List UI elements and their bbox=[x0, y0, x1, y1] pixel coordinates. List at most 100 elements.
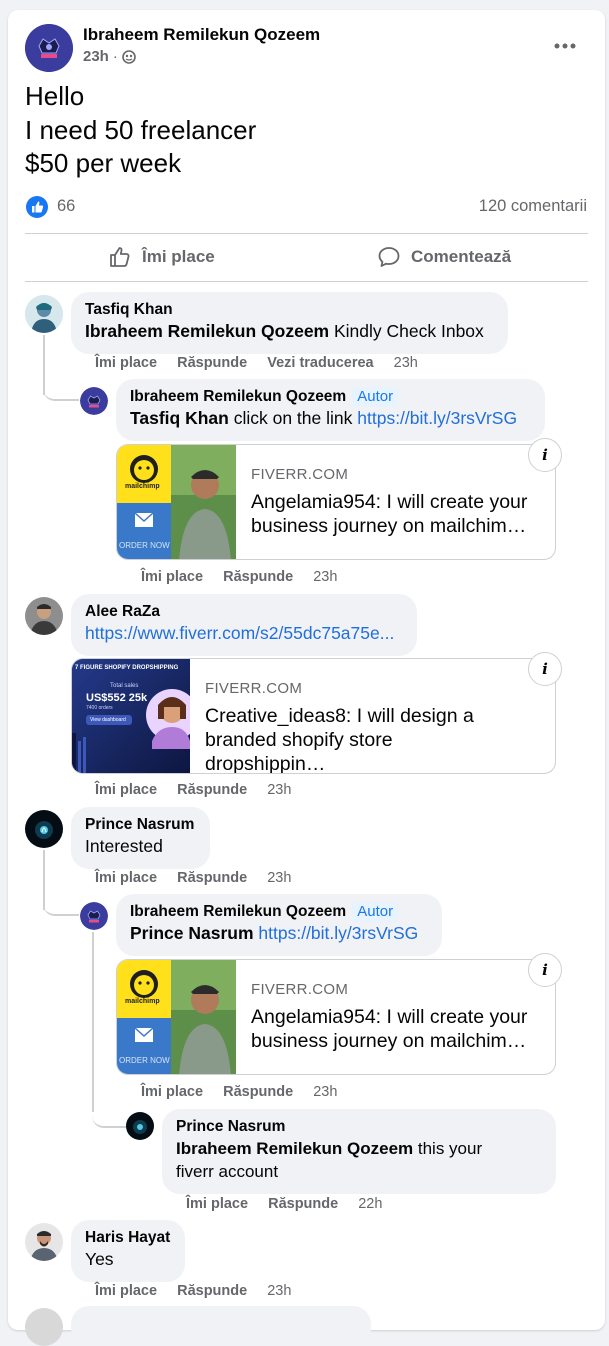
comment-bubble: Ibraheem Remilekun Qozeem Autor Tasfiq Kh… bbox=[116, 379, 545, 441]
reactions-count[interactable]: 66 bbox=[57, 197, 75, 216]
more-options-icon[interactable] bbox=[552, 38, 578, 49]
image-caption: ORDER NOW bbox=[119, 1056, 170, 1065]
info-icon[interactable]: i bbox=[528, 652, 562, 686]
avatar[interactable] bbox=[25, 1223, 63, 1261]
image-caption: View dashboard bbox=[90, 717, 126, 723]
comment-actions: Îmi place Răspunde 23h bbox=[95, 1283, 307, 1299]
comment-bubble: Tasfiq Khan Ibraheem Remilekun Qozeem Ki… bbox=[71, 292, 508, 354]
comments-count[interactable]: 120 comentarii bbox=[479, 197, 587, 216]
comment-bubble: Ibraheem Remilekun Qozeem Autor Prince Na… bbox=[116, 894, 442, 956]
link-preview-card[interactable]: mailchimp ORDER NOW FIVERR.COM Angelamia… bbox=[116, 444, 556, 560]
thumbs-up-icon bbox=[108, 245, 132, 269]
url-link[interactable]: https://bit.ly/3rsVrSG bbox=[357, 408, 517, 428]
reply-button[interactable]: Răspunde bbox=[268, 1196, 338, 1212]
comment-body: Yes bbox=[85, 1249, 114, 1269]
mention-link[interactable]: Ibraheem Remilekun Qozeem bbox=[85, 321, 329, 341]
link-preview-title: Creative_ideas8: I will design a branded… bbox=[205, 705, 474, 774]
comment-time[interactable]: 23h bbox=[267, 870, 291, 886]
comment-author[interactable]: Prince Nasrum bbox=[176, 1117, 542, 1137]
like-comment-button[interactable]: Îmi place bbox=[141, 1084, 203, 1100]
meta-separator: · bbox=[112, 48, 118, 65]
comment-actions: Îmi place Răspunde 23h bbox=[141, 569, 353, 585]
avatar[interactable] bbox=[25, 810, 63, 848]
comment-time[interactable]: 23h bbox=[394, 355, 418, 371]
translate-button[interactable]: Vezi traducerea bbox=[267, 355, 373, 371]
comment-time[interactable]: 23h bbox=[313, 1084, 337, 1100]
like-comment-button[interactable]: Îmi place bbox=[141, 569, 203, 585]
like-button-label: Îmi place bbox=[142, 247, 215, 266]
like-button[interactable]: Îmi place bbox=[108, 244, 215, 270]
like-reaction-icon[interactable] bbox=[26, 196, 48, 218]
post-card: Ibraheem Remilekun Qozeem 23h · Hello I … bbox=[8, 10, 605, 1346]
comment-author[interactable]: Tasfiq Khan bbox=[85, 300, 494, 320]
reply-button[interactable]: Răspunde bbox=[223, 569, 293, 585]
reply-button[interactable]: Răspunde bbox=[177, 870, 247, 886]
comment-text: Prince Nasrum https://bit.ly/3rsVrSG bbox=[130, 922, 428, 945]
image-caption: ORDER NOW bbox=[119, 541, 170, 550]
like-comment-button[interactable]: Îmi place bbox=[95, 782, 157, 798]
avatar[interactable] bbox=[126, 1112, 154, 1140]
like-comment-button[interactable]: Îmi place bbox=[95, 355, 157, 371]
comment-actions: Îmi place Răspunde 23h bbox=[141, 1084, 353, 1100]
link-preview-title: Angelamia954: I will create your busines… bbox=[251, 1006, 528, 1052]
divider bbox=[25, 281, 588, 282]
reply-button[interactable]: Răspunde bbox=[223, 1084, 293, 1100]
avatar[interactable] bbox=[80, 387, 108, 415]
url-link[interactable]: https://www.fiverr.com/s2/55dc75a75e... bbox=[85, 622, 403, 645]
avatar[interactable] bbox=[25, 295, 63, 333]
image-caption: 7 FIGURE SHOPIFY DROPSHIPPING bbox=[75, 665, 179, 671]
info-icon[interactable]: i bbox=[528, 438, 562, 472]
url-link[interactable]: https://bit.ly/3rsVrSG bbox=[258, 923, 418, 943]
post-meta: 23h · bbox=[83, 48, 136, 66]
comment-text: Ibraheem Remilekun Qozeem this your bbox=[176, 1137, 542, 1160]
like-comment-button[interactable]: Îmi place bbox=[95, 870, 157, 886]
info-icon[interactable]: i bbox=[528, 953, 562, 987]
comment-actions: Îmi place Răspunde 23h bbox=[95, 870, 307, 886]
reply-button[interactable]: Răspunde bbox=[177, 355, 247, 371]
like-comment-button[interactable]: Îmi place bbox=[186, 1196, 248, 1212]
comment-author: Ibraheem Remilekun Qozeem Autor bbox=[130, 387, 531, 407]
post-time[interactable]: 23h bbox=[83, 48, 109, 66]
comment-actions: Îmi place Răspunde 23h bbox=[95, 782, 307, 798]
comment-time[interactable]: 22h bbox=[358, 1196, 382, 1212]
image-caption: 7400 orders bbox=[86, 705, 113, 711]
comment-bubble bbox=[71, 1306, 371, 1346]
reply-button[interactable]: Răspunde bbox=[177, 1283, 247, 1299]
post-author-avatar[interactable] bbox=[25, 24, 73, 72]
avatar[interactable] bbox=[25, 1308, 63, 1346]
avatar[interactable] bbox=[25, 597, 63, 635]
thread-curve bbox=[43, 880, 79, 916]
link-preview-card[interactable]: 7 FIGURE SHOPIFY DROPSHIPPING Total sale… bbox=[71, 658, 556, 774]
comment-bubble: Prince Nasrum Interested bbox=[71, 807, 210, 869]
comment-author[interactable]: Alee RaZa bbox=[85, 602, 403, 622]
mention-link[interactable]: Ibraheem Remilekun Qozeem bbox=[176, 1139, 413, 1158]
image-caption: mailchimp bbox=[125, 483, 160, 490]
reply-button[interactable]: Răspunde bbox=[177, 782, 247, 798]
link-preview-domain: FIVERR.COM bbox=[205, 680, 303, 697]
link-preview-domain: FIVERR.COM bbox=[251, 466, 349, 483]
link-preview-image: mailchimp ORDER NOW bbox=[117, 445, 236, 559]
comment-author-name[interactable]: Ibraheem Remilekun Qozeem bbox=[130, 388, 346, 405]
link-preview-card[interactable]: mailchimp ORDER NOW FIVERR.COM Angelamia… bbox=[116, 959, 556, 1075]
mention-link[interactable]: Prince Nasrum bbox=[130, 923, 254, 943]
image-caption: Total sales bbox=[110, 683, 139, 689]
comment-time[interactable]: 23h bbox=[267, 1283, 291, 1299]
comment-time[interactable]: 23h bbox=[267, 782, 291, 798]
comment-author[interactable]: Haris Hayat bbox=[85, 1228, 171, 1248]
avatar[interactable] bbox=[80, 902, 108, 930]
thread-curve bbox=[43, 365, 79, 401]
comment-button[interactable]: Comentează bbox=[377, 244, 511, 270]
comment-bubble: Alee RaZa https://www.fiverr.com/s2/55dc… bbox=[71, 594, 417, 656]
post-author-name[interactable]: Ibraheem Remilekun Qozeem bbox=[83, 24, 320, 46]
mention-link[interactable]: Tasfiq Khan bbox=[130, 408, 229, 428]
comment-text: Ibraheem Remilekun Qozeem Kindly Check I… bbox=[85, 320, 494, 343]
comment-author-name[interactable]: Ibraheem Remilekun Qozeem bbox=[130, 903, 346, 920]
comment-author[interactable]: Prince Nasrum bbox=[85, 815, 196, 835]
post-text-line: Hello bbox=[25, 81, 85, 111]
comment-body: Interested bbox=[85, 836, 163, 856]
image-caption: mailchimp bbox=[125, 998, 160, 1005]
thread-curve bbox=[92, 1092, 126, 1128]
globe-icon bbox=[122, 50, 136, 64]
comment-time[interactable]: 23h bbox=[313, 569, 337, 585]
like-comment-button[interactable]: Îmi place bbox=[95, 1283, 157, 1299]
